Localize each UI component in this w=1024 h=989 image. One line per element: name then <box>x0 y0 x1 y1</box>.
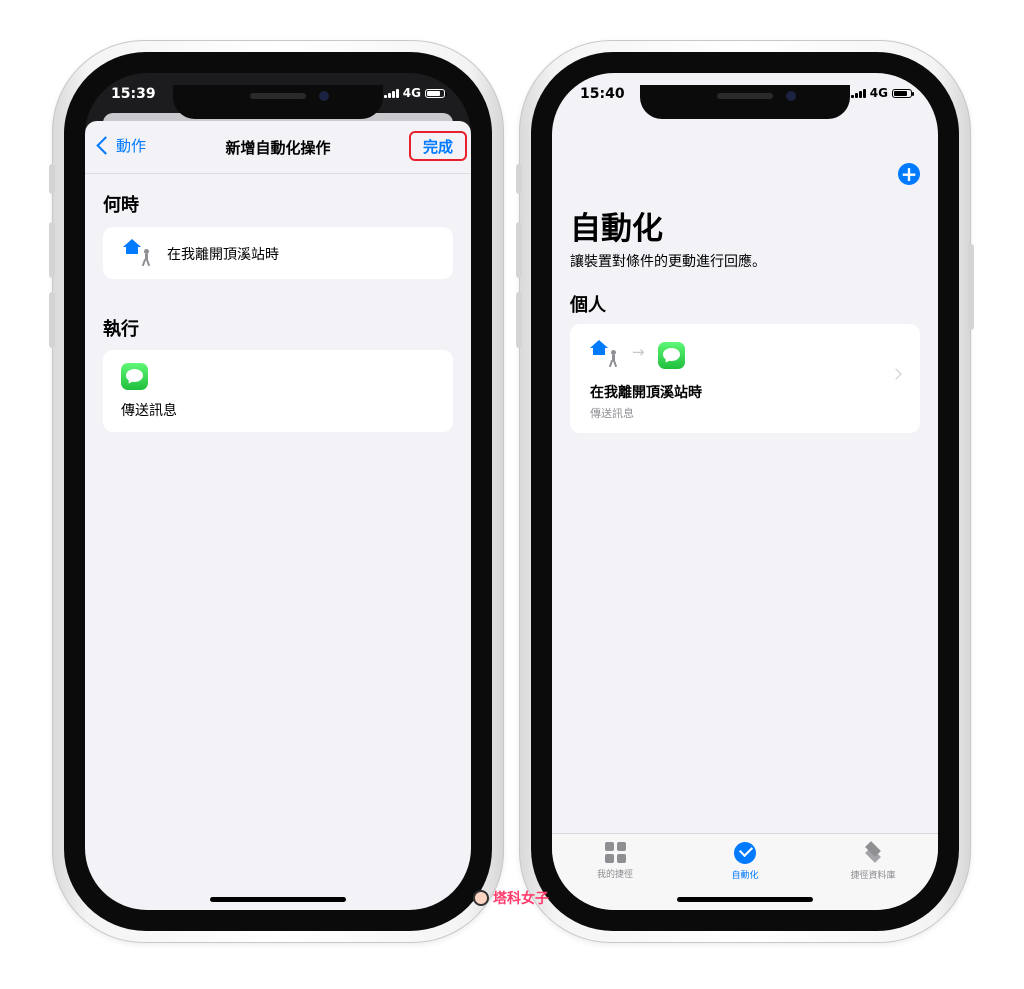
left-screen: 15:39 4G 動作 新增自動化操作 完成 何時 在我離開頂溪站時 執行 傳送… <box>85 73 471 910</box>
leave-location-icon <box>123 239 155 267</box>
front-camera <box>319 91 329 101</box>
action-card[interactable]: 傳送訊息 <box>103 350 453 432</box>
trigger-card[interactable]: 在我離開頂溪站時 <box>103 227 453 279</box>
speaker-grille <box>717 93 773 99</box>
automation-card[interactable]: → 在我離開頂溪站時 傳送訊息 <box>570 324 920 433</box>
tab-label: 我的捷徑 <box>596 870 633 880</box>
status-time: 15:39 <box>111 86 156 102</box>
leave-location-icon <box>590 340 622 368</box>
walking-person-icon <box>141 249 151 267</box>
layers-icon <box>862 841 884 864</box>
action-text: 傳送訊息 <box>121 403 177 419</box>
watermark-text: 塔科女子 <box>493 891 549 907</box>
personal-header: 個人 <box>570 295 606 316</box>
grid-icon <box>604 842 626 863</box>
volume-down-button <box>516 292 522 348</box>
network-label: 4G <box>869 86 888 100</box>
tab-label: 捷徑資料庫 <box>850 871 896 881</box>
tab-my-shortcuts[interactable]: 我的捷徑 <box>565 842 665 880</box>
volume-up-button <box>516 222 522 278</box>
network-label: 4G <box>402 86 421 100</box>
automation-title: 在我離開頂溪站時 <box>590 385 702 401</box>
right-phone-frame: 15:40 4G + 自動化 讓裝置對條件的更動進行回應。 個人 → 在我離開頂… <box>516 40 974 943</box>
add-automation-button[interactable]: + <box>898 163 920 185</box>
automation-subtitle: 傳送訊息 <box>590 407 634 420</box>
speaker-grille <box>250 93 306 99</box>
home-indicator[interactable] <box>677 897 813 902</box>
mute-switch <box>516 164 522 194</box>
home-indicator[interactable] <box>210 897 346 902</box>
signal-icon <box>850 88 866 98</box>
side-button <box>968 244 974 330</box>
status-icons: 4G <box>383 86 447 100</box>
watermark: 塔科女子 <box>473 888 549 908</box>
modal-sheet: 動作 新增自動化操作 完成 何時 在我離開頂溪站時 執行 傳送訊息 <box>85 121 471 910</box>
do-header: 執行 <box>103 319 139 340</box>
mute-switch <box>49 164 55 194</box>
tab-gallery[interactable]: 捷徑資料庫 <box>823 841 923 881</box>
walking-person-icon <box>608 350 618 368</box>
page-title: 自動化 <box>570 211 663 247</box>
volume-down-button <box>49 292 55 348</box>
volume-up-button <box>49 222 55 278</box>
battery-icon <box>425 88 447 98</box>
tab-automation[interactable]: 自動化 <box>695 842 795 881</box>
signal-icon <box>383 88 399 98</box>
status-icons: 4G <box>850 86 914 100</box>
nav-bar: 動作 新增自動化操作 完成 <box>85 121 471 174</box>
notch <box>640 85 850 119</box>
plus-icon: + <box>900 162 918 186</box>
battery-icon <box>892 88 914 98</box>
trigger-text: 在我離開頂溪站時 <box>167 247 279 263</box>
watermark-logo-icon <box>473 890 489 906</box>
when-header: 何時 <box>103 195 139 216</box>
done-button[interactable]: 完成 <box>409 131 467 161</box>
page-subtitle: 讓裝置對條件的更動進行回應。 <box>570 254 766 270</box>
house-icon <box>123 239 141 255</box>
notch <box>173 85 383 119</box>
messages-icon <box>121 363 148 390</box>
house-icon <box>590 340 608 356</box>
left-phone-frame: 15:39 4G 動作 新增自動化操作 完成 何時 在我離開頂溪站時 執行 傳送… <box>49 40 504 943</box>
front-camera <box>786 91 796 101</box>
status-time: 15:40 <box>580 86 625 102</box>
tab-label: 自動化 <box>731 871 759 881</box>
chevron-right-icon <box>890 368 902 380</box>
right-screen: 15:40 4G + 自動化 讓裝置對條件的更動進行回應。 個人 → 在我離開頂… <box>552 73 938 910</box>
arrow-right-icon: → <box>632 343 645 361</box>
messages-icon <box>658 342 685 369</box>
checkmark-circle-icon <box>734 842 756 864</box>
